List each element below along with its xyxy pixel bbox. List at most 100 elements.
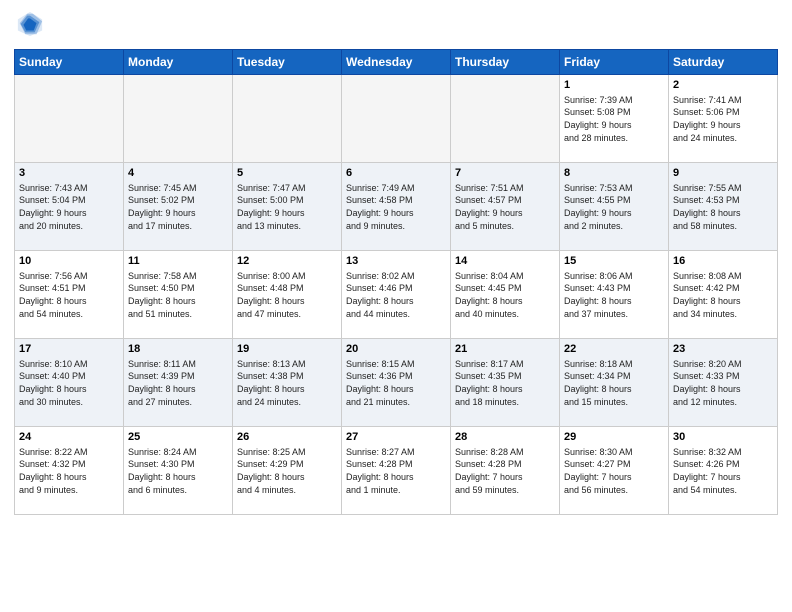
calendar-cell: 3Sunrise: 7:43 AM Sunset: 5:04 PM Daylig… [15,163,124,251]
calendar-cell: 12Sunrise: 8:00 AM Sunset: 4:48 PM Dayli… [233,251,342,339]
day-info: Sunrise: 7:43 AM Sunset: 5:04 PM Dayligh… [19,182,119,232]
day-info: Sunrise: 7:49 AM Sunset: 4:58 PM Dayligh… [346,182,446,232]
day-number: 26 [237,430,337,445]
day-info: Sunrise: 8:30 AM Sunset: 4:27 PM Dayligh… [564,446,664,496]
calendar-cell: 13Sunrise: 8:02 AM Sunset: 4:46 PM Dayli… [342,251,451,339]
logo [14,10,44,43]
calendar-table: SundayMondayTuesdayWednesdayThursdayFrid… [14,49,778,515]
calendar-cell: 29Sunrise: 8:30 AM Sunset: 4:27 PM Dayli… [560,427,669,515]
calendar-cell: 20Sunrise: 8:15 AM Sunset: 4:36 PM Dayli… [342,339,451,427]
calendar-cell [233,75,342,163]
calendar-cell: 5Sunrise: 7:47 AM Sunset: 5:00 PM Daylig… [233,163,342,251]
calendar-cell [451,75,560,163]
day-info: Sunrise: 8:28 AM Sunset: 4:28 PM Dayligh… [455,446,555,496]
day-info: Sunrise: 8:25 AM Sunset: 4:29 PM Dayligh… [237,446,337,496]
day-number: 8 [564,166,664,181]
weekday-header-thursday: Thursday [451,50,560,75]
day-number: 10 [19,254,119,269]
day-number: 17 [19,342,119,357]
day-number: 2 [673,78,773,93]
day-info: Sunrise: 8:20 AM Sunset: 4:33 PM Dayligh… [673,358,773,408]
day-number: 13 [346,254,446,269]
calendar-cell: 25Sunrise: 8:24 AM Sunset: 4:30 PM Dayli… [124,427,233,515]
calendar-cell: 8Sunrise: 7:53 AM Sunset: 4:55 PM Daylig… [560,163,669,251]
day-number: 15 [564,254,664,269]
day-number: 4 [128,166,228,181]
day-number: 24 [19,430,119,445]
day-info: Sunrise: 8:22 AM Sunset: 4:32 PM Dayligh… [19,446,119,496]
calendar-cell: 24Sunrise: 8:22 AM Sunset: 4:32 PM Dayli… [15,427,124,515]
day-info: Sunrise: 8:32 AM Sunset: 4:26 PM Dayligh… [673,446,773,496]
calendar-cell: 7Sunrise: 7:51 AM Sunset: 4:57 PM Daylig… [451,163,560,251]
day-number: 14 [455,254,555,269]
day-info: Sunrise: 8:04 AM Sunset: 4:45 PM Dayligh… [455,270,555,320]
day-number: 20 [346,342,446,357]
calendar-cell: 22Sunrise: 8:18 AM Sunset: 4:34 PM Dayli… [560,339,669,427]
calendar-cell [342,75,451,163]
calendar-cell: 21Sunrise: 8:17 AM Sunset: 4:35 PM Dayli… [451,339,560,427]
day-number: 18 [128,342,228,357]
weekday-header-saturday: Saturday [669,50,778,75]
day-number: 19 [237,342,337,357]
day-info: Sunrise: 8:06 AM Sunset: 4:43 PM Dayligh… [564,270,664,320]
calendar-cell: 30Sunrise: 8:32 AM Sunset: 4:26 PM Dayli… [669,427,778,515]
calendar-cell: 10Sunrise: 7:56 AM Sunset: 4:51 PM Dayli… [15,251,124,339]
weekday-header-tuesday: Tuesday [233,50,342,75]
weekday-header-monday: Monday [124,50,233,75]
day-info: Sunrise: 8:10 AM Sunset: 4:40 PM Dayligh… [19,358,119,408]
day-number: 21 [455,342,555,357]
calendar-cell: 15Sunrise: 8:06 AM Sunset: 4:43 PM Dayli… [560,251,669,339]
calendar-cell: 9Sunrise: 7:55 AM Sunset: 4:53 PM Daylig… [669,163,778,251]
day-info: Sunrise: 8:02 AM Sunset: 4:46 PM Dayligh… [346,270,446,320]
day-number: 3 [19,166,119,181]
calendar-week-row: 3Sunrise: 7:43 AM Sunset: 5:04 PM Daylig… [15,163,778,251]
day-info: Sunrise: 8:00 AM Sunset: 4:48 PM Dayligh… [237,270,337,320]
day-number: 29 [564,430,664,445]
calendar-week-row: 1Sunrise: 7:39 AM Sunset: 5:08 PM Daylig… [15,75,778,163]
day-info: Sunrise: 8:13 AM Sunset: 4:38 PM Dayligh… [237,358,337,408]
day-info: Sunrise: 8:27 AM Sunset: 4:28 PM Dayligh… [346,446,446,496]
day-info: Sunrise: 7:56 AM Sunset: 4:51 PM Dayligh… [19,270,119,320]
day-number: 27 [346,430,446,445]
calendar-week-row: 24Sunrise: 8:22 AM Sunset: 4:32 PM Dayli… [15,427,778,515]
weekday-header-row: SundayMondayTuesdayWednesdayThursdayFrid… [15,50,778,75]
day-info: Sunrise: 7:41 AM Sunset: 5:06 PM Dayligh… [673,94,773,144]
day-info: Sunrise: 8:24 AM Sunset: 4:30 PM Dayligh… [128,446,228,496]
weekday-header-friday: Friday [560,50,669,75]
day-number: 23 [673,342,773,357]
calendar-cell: 16Sunrise: 8:08 AM Sunset: 4:42 PM Dayli… [669,251,778,339]
day-info: Sunrise: 8:08 AM Sunset: 4:42 PM Dayligh… [673,270,773,320]
weekday-header-wednesday: Wednesday [342,50,451,75]
calendar-cell: 26Sunrise: 8:25 AM Sunset: 4:29 PM Dayli… [233,427,342,515]
calendar-cell [124,75,233,163]
day-info: Sunrise: 8:18 AM Sunset: 4:34 PM Dayligh… [564,358,664,408]
day-info: Sunrise: 7:51 AM Sunset: 4:57 PM Dayligh… [455,182,555,232]
day-number: 5 [237,166,337,181]
day-info: Sunrise: 7:45 AM Sunset: 5:02 PM Dayligh… [128,182,228,232]
calendar-week-row: 17Sunrise: 8:10 AM Sunset: 4:40 PM Dayli… [15,339,778,427]
calendar-cell: 11Sunrise: 7:58 AM Sunset: 4:50 PM Dayli… [124,251,233,339]
calendar-cell: 18Sunrise: 8:11 AM Sunset: 4:39 PM Dayli… [124,339,233,427]
calendar-cell: 19Sunrise: 8:13 AM Sunset: 4:38 PM Dayli… [233,339,342,427]
day-info: Sunrise: 7:39 AM Sunset: 5:08 PM Dayligh… [564,94,664,144]
day-number: 9 [673,166,773,181]
calendar-cell: 28Sunrise: 8:28 AM Sunset: 4:28 PM Dayli… [451,427,560,515]
calendar-cell: 14Sunrise: 8:04 AM Sunset: 4:45 PM Dayli… [451,251,560,339]
day-number: 25 [128,430,228,445]
day-number: 6 [346,166,446,181]
day-number: 16 [673,254,773,269]
day-info: Sunrise: 7:58 AM Sunset: 4:50 PM Dayligh… [128,270,228,320]
calendar-cell [15,75,124,163]
day-number: 12 [237,254,337,269]
calendar-cell: 23Sunrise: 8:20 AM Sunset: 4:33 PM Dayli… [669,339,778,427]
calendar-cell: 2Sunrise: 7:41 AM Sunset: 5:06 PM Daylig… [669,75,778,163]
day-number: 22 [564,342,664,357]
day-info: Sunrise: 7:47 AM Sunset: 5:00 PM Dayligh… [237,182,337,232]
day-number: 7 [455,166,555,181]
day-number: 1 [564,78,664,93]
calendar-cell: 27Sunrise: 8:27 AM Sunset: 4:28 PM Dayli… [342,427,451,515]
calendar-cell: 6Sunrise: 7:49 AM Sunset: 4:58 PM Daylig… [342,163,451,251]
day-number: 11 [128,254,228,269]
logo-icon [16,10,44,38]
day-info: Sunrise: 7:53 AM Sunset: 4:55 PM Dayligh… [564,182,664,232]
